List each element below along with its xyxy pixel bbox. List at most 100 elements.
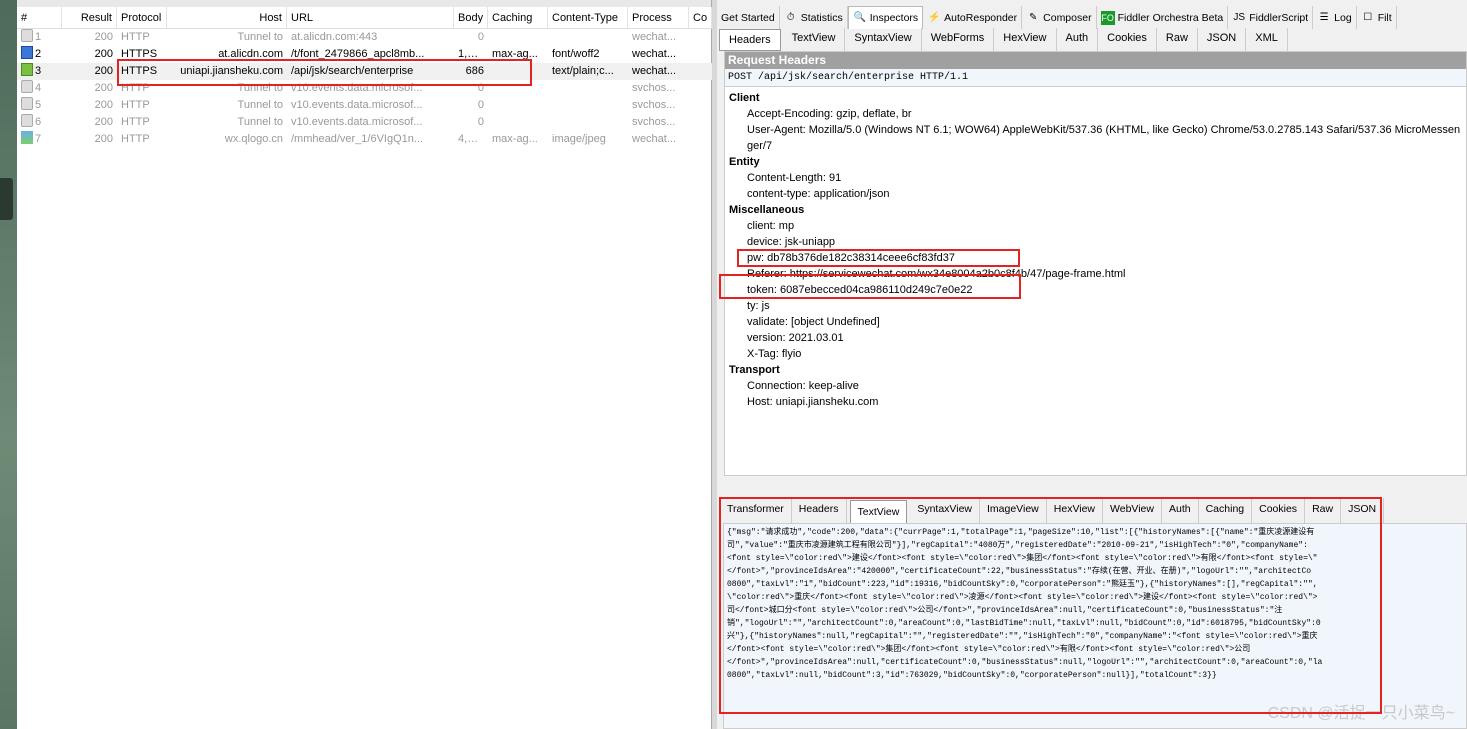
response-tab-textview[interactable]: TextView xyxy=(849,500,908,524)
request-tab-xml[interactable]: XML xyxy=(1246,28,1288,52)
tab-label: AutoResponder xyxy=(944,11,1018,24)
response-line: </font>","provinceIdsArea":"420000","cer… xyxy=(727,567,1312,576)
session-caching: max-ag... xyxy=(492,48,538,60)
lock-icon xyxy=(21,114,33,127)
session-host: Tunnel to xyxy=(237,82,283,94)
response-tab-raw[interactable]: Raw xyxy=(1305,498,1342,526)
col-body[interactable]: Body xyxy=(454,7,488,28)
header-item: Connection: keep-alive xyxy=(725,378,1466,394)
col-comments[interactable]: Co xyxy=(689,7,712,28)
col-host[interactable]: Host xyxy=(167,7,287,28)
session-process: wechat... xyxy=(632,65,677,77)
header-item: Referer: https://servicewechat.com/wx34e… xyxy=(725,266,1466,282)
header-item-text: content-type: application/json xyxy=(747,188,890,200)
request-tab-textview[interactable]: TextView xyxy=(783,28,846,52)
request-tab-headers[interactable]: Headers xyxy=(719,29,781,51)
session-row[interactable]: 7 200 HTTP wx.qlogo.cn/mmhead/ver_1/6VIgQ1n… xyxy=(17,131,712,148)
response-tab-cookies[interactable]: Cookies xyxy=(1252,498,1306,526)
request-tab-cookies[interactable]: Cookies xyxy=(1098,28,1157,52)
header-item: Host: uniapi.jiansheku.com xyxy=(725,394,1466,410)
session-row[interactable]: 6 200 HTTP Tunnel to v10.events.data.microso… xyxy=(17,114,712,131)
document-icon xyxy=(21,46,33,59)
response-tab-transformer[interactable]: Transformer xyxy=(720,498,792,526)
col-url[interactable]: URL xyxy=(287,7,454,28)
header-group-client[interactable]: Client xyxy=(725,90,1466,106)
tab-get-started[interactable]: Get Started xyxy=(717,6,780,29)
tab-icon: ☰ xyxy=(1319,11,1329,23)
session-num-cell: 1 xyxy=(17,29,62,46)
tab-autoresponder[interactable]: ⚡ AutoResponder xyxy=(923,6,1023,29)
desktop-widget xyxy=(0,178,13,220)
session-process: svchos... xyxy=(632,99,676,111)
col-protocol[interactable]: Protocol xyxy=(117,7,167,28)
col-content-type[interactable]: Content-Type xyxy=(548,7,628,28)
session-url: v10.events.data.microsof... xyxy=(291,99,423,111)
session-row[interactable]: 2 200 HTTPS at.alicdn.com/t/font_2479866_ap… xyxy=(17,46,712,63)
header-group-transport[interactable]: Transport xyxy=(725,362,1466,378)
header-item-text: Connection: keep-alive xyxy=(747,380,859,392)
col-result[interactable]: Result xyxy=(62,7,117,28)
col-process[interactable]: Process xyxy=(628,7,689,28)
tab-composer[interactable]: ✎ Composer xyxy=(1022,6,1097,29)
header-item-text: token: 6087ebecced04ca986110d249c7e0e22 xyxy=(747,284,973,296)
response-line: </font><font style=\"color:red\">集团</fon… xyxy=(727,645,1251,654)
session-host: uniapi.jiansheku.com xyxy=(180,65,283,77)
session-protocol: HTTP xyxy=(121,82,150,94)
tab-statistics[interactable]: ⏱ Statistics xyxy=(780,6,848,29)
request-tab-json[interactable]: JSON xyxy=(1198,28,1247,52)
session-body: 4,535 xyxy=(458,133,486,145)
header-item-text: Referer: https://servicewechat.com/wx34e… xyxy=(747,268,1126,280)
tab-filt[interactable]: ☐ Filt xyxy=(1357,6,1397,29)
response-tab-auth[interactable]: Auth xyxy=(1162,498,1199,526)
request-tab-hexview[interactable]: HexView xyxy=(994,28,1057,52)
col-num[interactable]: # xyxy=(17,7,62,28)
response-tabs: Transformer Headers TextView SyntaxView Imag… xyxy=(720,498,1467,526)
tab-icon: ☐ xyxy=(1363,11,1373,23)
response-tab-headers[interactable]: Headers xyxy=(792,498,847,526)
tab-fiddler-orchestra-beta[interactable]: FO Fiddler Orchestra Beta xyxy=(1097,6,1229,29)
response-pane: Transformer Headers TextView SyntaxView Imag… xyxy=(720,498,1467,729)
header-group-miscellaneous[interactable]: Miscellaneous xyxy=(725,202,1466,218)
request-tab-raw[interactable]: Raw xyxy=(1157,28,1198,52)
col-caching[interactable]: Caching xyxy=(488,7,548,28)
tab-label: Log xyxy=(1334,11,1352,24)
request-tab-webforms[interactable]: WebForms xyxy=(922,28,995,52)
tab-inspectors[interactable]: 🔍 Inspectors xyxy=(847,6,924,29)
session-url: /api/jsk/search/enterprise xyxy=(291,65,414,77)
tab-label: Statistics xyxy=(800,11,843,24)
session-row[interactable]: 5 200 HTTP Tunnel to v10.events.data.microso… xyxy=(17,97,712,114)
sessions-list[interactable]: # Result Protocol Host URL Body Caching … xyxy=(17,0,712,729)
tab-log[interactable]: ☰ Log xyxy=(1313,6,1357,29)
session-row[interactable]: 4 200 HTTP Tunnel to v10.events.data.microso… xyxy=(17,80,712,97)
session-num-cell: 4 xyxy=(17,80,62,97)
main-tabs: Get Started ⏱ Statistics 🔍 Inspectors ⚡ AutoRe… xyxy=(717,6,1467,29)
session-host: Tunnel to xyxy=(237,31,283,43)
response-tab-json[interactable]: JSON xyxy=(1341,498,1385,526)
session-num-cell: 7 xyxy=(17,131,62,148)
session-protocol: HTTPS xyxy=(121,65,158,77)
header-group-entity[interactable]: Entity xyxy=(725,154,1466,170)
response-line: 0800","taxLvl":null,"bidCount":3,"id":76… xyxy=(727,671,1217,680)
session-row[interactable]: 3 200 HTTPS uniapi.jiansheku.com/api/jsk/se… xyxy=(17,63,712,80)
request-tab-syntaxview[interactable]: SyntaxView xyxy=(845,28,922,52)
header-item-text: User-Agent: Mozilla/5.0 (Windows NT 6.1;… xyxy=(747,124,1461,152)
response-tab-imageview[interactable]: ImageView xyxy=(980,498,1047,526)
lock-icon xyxy=(21,97,33,110)
response-tab-caching[interactable]: Caching xyxy=(1199,498,1253,526)
header-item-text: pw: db78b376de182c38314ceee6cf83fd37 xyxy=(747,252,955,264)
response-tab-webview[interactable]: WebView xyxy=(1103,498,1162,526)
session-url: at.alicdn.com:443 xyxy=(291,31,378,43)
response-tab-hexview[interactable]: HexView xyxy=(1047,498,1104,526)
session-num-cell: 6 xyxy=(17,114,62,131)
request-tab-auth[interactable]: Auth xyxy=(1057,28,1099,52)
tab-fiddlerscript[interactable]: JS FiddlerScript xyxy=(1228,6,1314,29)
request-headers-view: Request Headers POST /api/jsk/search/ent… xyxy=(719,51,1467,476)
session-num: 1 xyxy=(35,31,42,43)
response-tab-syntaxview[interactable]: SyntaxView xyxy=(910,498,980,526)
session-row[interactable]: 1 200 HTTP Tunnel to at.alicdn.com:443 0 wecha… xyxy=(17,29,712,46)
response-line: 司","value":"重庆市凌源建筑工程有限公司"}],"regCapital… xyxy=(727,541,1308,550)
header-item: version: 2021.03.01 xyxy=(725,330,1466,346)
session-caching: max-ag... xyxy=(492,133,538,145)
session-num-cell: 2 xyxy=(17,46,62,63)
request-headers-title: Request Headers xyxy=(725,52,1466,69)
